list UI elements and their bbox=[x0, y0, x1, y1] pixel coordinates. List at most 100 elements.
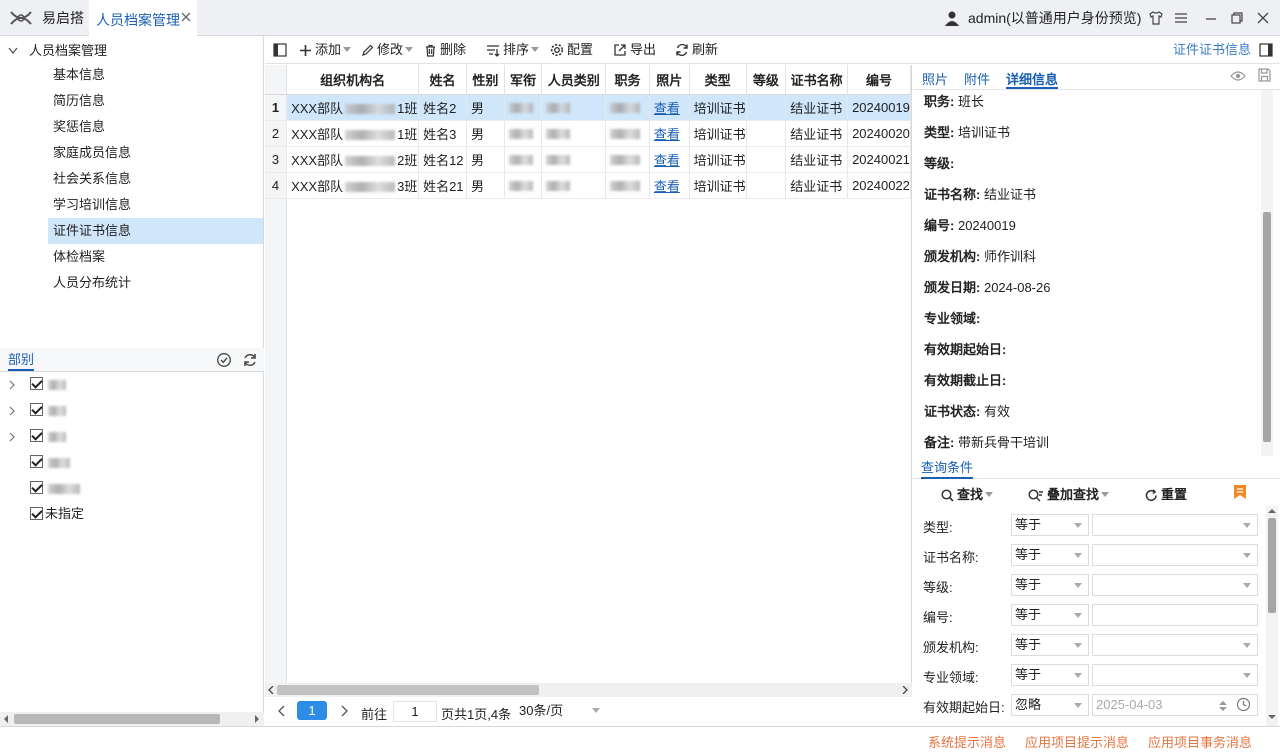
dept-checkbox[interactable] bbox=[30, 377, 43, 390]
query-value-input[interactable] bbox=[1092, 604, 1258, 626]
detail-vscrollbar[interactable] bbox=[1261, 90, 1273, 456]
menu-icon[interactable] bbox=[1173, 10, 1189, 26]
table-cell[interactable]: 培训证书 bbox=[689, 94, 747, 121]
table-cell[interactable]: 男 bbox=[466, 146, 505, 173]
tree-item[interactable]: 家庭成员信息 bbox=[48, 140, 263, 166]
goto-page-input[interactable]: 1 bbox=[393, 701, 437, 722]
column-header[interactable]: 姓名 bbox=[418, 65, 467, 95]
query-value-input[interactable] bbox=[1092, 664, 1258, 686]
chevron-right-icon[interactable] bbox=[9, 380, 15, 390]
scroll-right-icon[interactable] bbox=[254, 715, 260, 723]
table-cell[interactable]: 男 bbox=[466, 120, 505, 147]
scroll-thumb[interactable] bbox=[277, 685, 539, 695]
table-cell[interactable]: 20240022 bbox=[847, 172, 911, 199]
dept-title[interactable]: 部别 bbox=[8, 351, 35, 371]
table-cell[interactable] bbox=[504, 172, 543, 199]
table-cell[interactable]: 20240019 bbox=[847, 94, 911, 121]
table-cell[interactable]: 男 bbox=[466, 172, 505, 199]
next-page-icon[interactable] bbox=[341, 705, 349, 717]
app-messages-link[interactable]: 应用项目提示消息 bbox=[1025, 732, 1129, 751]
query-operator-select[interactable]: 等于 bbox=[1011, 574, 1089, 596]
sort-button[interactable]: 排序 bbox=[486, 36, 540, 64]
column-header[interactable]: 组织机构名 bbox=[286, 65, 420, 95]
table-cell[interactable]: 培训证书 bbox=[689, 172, 747, 199]
tab-close-icon[interactable] bbox=[180, 11, 192, 23]
column-header[interactable]: 职务 bbox=[605, 65, 650, 95]
table-cell[interactable]: 1 bbox=[265, 94, 288, 121]
bookmark-icon[interactable] bbox=[1233, 484, 1247, 500]
column-header[interactable]: 性别 bbox=[466, 65, 505, 95]
table-cell[interactable] bbox=[605, 172, 650, 199]
reset-button[interactable]: 重置 bbox=[1145, 484, 1187, 503]
add-button[interactable]: 添加 bbox=[299, 36, 352, 64]
table-cell[interactable]: 查看 bbox=[649, 120, 690, 147]
query-value-input[interactable] bbox=[1092, 574, 1258, 596]
table-cell[interactable]: 20240021 bbox=[847, 146, 911, 173]
export-button[interactable]: 导出 bbox=[613, 36, 656, 64]
delete-button[interactable]: 删除 bbox=[424, 36, 466, 64]
table-cell[interactable] bbox=[746, 172, 787, 199]
dept-checkbox[interactable] bbox=[30, 455, 43, 468]
query-operator-select[interactable]: 忽略 bbox=[1011, 694, 1089, 716]
table-cell[interactable] bbox=[746, 94, 787, 121]
scroll-left-icon[interactable] bbox=[268, 686, 274, 694]
table-cell[interactable] bbox=[541, 94, 607, 121]
table-cell[interactable]: XXX部队 1班 bbox=[286, 94, 420, 121]
table-cell[interactable]: XXX部队 2班 bbox=[286, 146, 420, 173]
table-cell[interactable] bbox=[746, 120, 787, 147]
table-cell[interactable]: 结业证书 bbox=[785, 94, 849, 121]
table-cell[interactable]: 姓名2 bbox=[418, 94, 467, 121]
tree-item[interactable]: 人员分布统计 bbox=[48, 270, 263, 296]
scroll-down-icon[interactable] bbox=[1268, 714, 1276, 720]
config-button[interactable]: 配置 bbox=[550, 36, 593, 64]
find-button[interactable]: 查找 bbox=[941, 484, 994, 503]
query-operator-select[interactable]: 等于 bbox=[1011, 604, 1089, 626]
table-cell[interactable]: 姓名12 bbox=[418, 146, 467, 173]
grid-hscrollbar[interactable] bbox=[265, 683, 912, 697]
edit-button[interactable]: 修改 bbox=[361, 36, 414, 64]
tab-details[interactable]: 详细信息 bbox=[1006, 69, 1059, 89]
table-row[interactable]: 2 XXX部队 1班 姓名3 男 查看 培训证书 结业证书 20240020 bbox=[265, 120, 911, 147]
table-cell[interactable] bbox=[746, 146, 787, 173]
dept-checkbox[interactable] bbox=[30, 403, 43, 416]
table-cell[interactable] bbox=[504, 146, 543, 173]
query-vscrollbar[interactable] bbox=[1266, 506, 1278, 726]
tree-item[interactable]: 基本信息 bbox=[48, 62, 263, 88]
table-cell[interactable]: 4 bbox=[265, 172, 288, 199]
page-size-select[interactable]: 30条/页 bbox=[519, 701, 605, 722]
tab-photo[interactable]: 照片 bbox=[922, 69, 948, 89]
tree-item[interactable]: 奖惩信息 bbox=[48, 114, 263, 140]
query-date-input[interactable]: 2025-04-03 bbox=[1092, 694, 1258, 716]
scroll-up-icon[interactable] bbox=[1268, 508, 1276, 514]
table-cell[interactable]: 2 bbox=[265, 120, 288, 147]
clock-icon[interactable] bbox=[1236, 697, 1251, 712]
table-cell[interactable] bbox=[541, 172, 607, 199]
query-operator-select[interactable]: 等于 bbox=[1011, 634, 1089, 656]
table-cell[interactable]: 姓名21 bbox=[418, 172, 467, 199]
query-value-input[interactable] bbox=[1092, 544, 1258, 566]
left-hscrollbar[interactable] bbox=[0, 712, 264, 726]
refresh-button[interactable]: 刷新 bbox=[675, 36, 718, 64]
table-cell[interactable]: 20240020 bbox=[847, 120, 911, 147]
query-value-input[interactable] bbox=[1092, 634, 1258, 656]
column-header[interactable]: 照片 bbox=[649, 65, 690, 95]
tab-app-home[interactable]: 易启搭 bbox=[42, 0, 88, 36]
tree-item[interactable]: 证件证书信息 bbox=[48, 218, 263, 244]
table-row[interactable]: 4 XXX部队 3班 姓名21 男 查看 培训证书 结业证书 20240022 bbox=[265, 172, 911, 199]
table-cell[interactable]: 男 bbox=[466, 94, 505, 121]
table-cell[interactable]: 查看 bbox=[649, 146, 690, 173]
table-row[interactable]: 3 XXX部队 2班 姓名12 男 查看 培训证书 结业证书 20240021 bbox=[265, 146, 911, 173]
minimize-icon[interactable] bbox=[1203, 10, 1219, 26]
close-window-icon[interactable] bbox=[1255, 10, 1271, 26]
scroll-thumb[interactable] bbox=[1263, 212, 1271, 442]
skin-icon[interactable] bbox=[1148, 10, 1164, 26]
tree-item[interactable]: 体检档案 bbox=[48, 244, 263, 270]
table-cell[interactable]: XXX部队 1班 bbox=[286, 120, 420, 147]
save-icon[interactable] bbox=[1258, 68, 1271, 82]
query-operator-select[interactable]: 等于 bbox=[1011, 514, 1089, 536]
table-cell[interactable]: 3 bbox=[265, 146, 288, 173]
tree-item[interactable]: 简历信息 bbox=[48, 88, 263, 114]
table-cell[interactable]: 姓名3 bbox=[418, 120, 467, 147]
spinner-icon[interactable] bbox=[1219, 700, 1227, 712]
table-cell[interactable] bbox=[504, 120, 543, 147]
